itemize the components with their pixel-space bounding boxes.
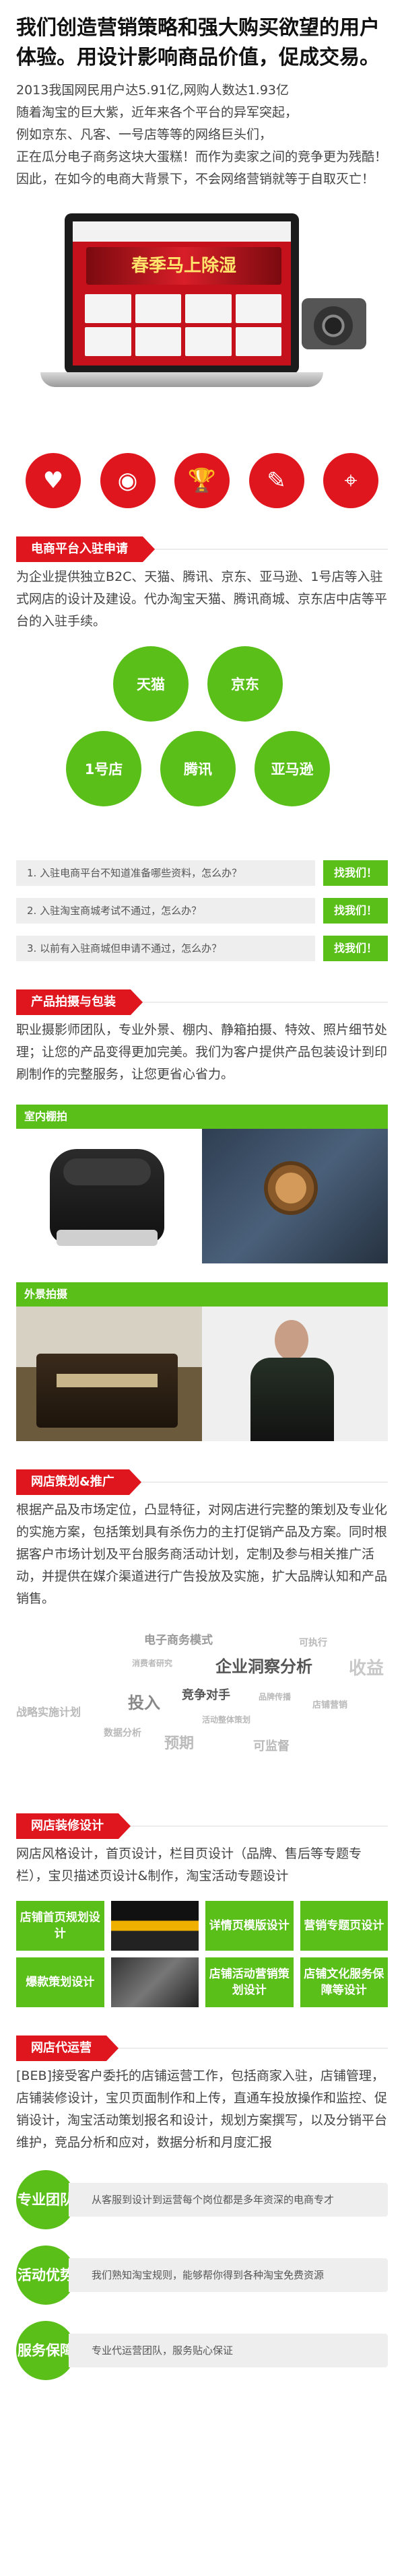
cloud-word: 电子商务模式 bbox=[144, 1634, 213, 1647]
product-tile bbox=[135, 294, 181, 323]
service-badge: 活动优势 bbox=[16, 2246, 75, 2305]
rice-cooker-photo bbox=[16, 1129, 202, 1263]
service-marketing-topic[interactable]: 营销专题页设计 bbox=[300, 1901, 388, 1951]
indoor-photos bbox=[16, 1129, 388, 1263]
laptop-base bbox=[40, 372, 323, 387]
hero-image: 春季马上除湿 bbox=[0, 204, 404, 446]
platform-text: 为企业提供独立B2C、天猫、腾讯、京东、亚马逊、1号店等入驻式网店的设计及建设。… bbox=[16, 569, 388, 629]
cloud-word: 收益 bbox=[349, 1659, 384, 1679]
intro-line: 2013我国网民用户达5.91亿,网购人数达1.93亿 bbox=[16, 83, 290, 98]
outdoor-shoot-label: 外景拍摄 bbox=[16, 1282, 388, 1307]
photo-text: 职业摄影师团队，专业外景、棚内、静箱拍摄、特效、照片细节处理；让您的产品变得更加… bbox=[16, 1022, 388, 1082]
cloud-word: 战略实施计划 bbox=[16, 1706, 81, 1718]
suitcases-photo bbox=[16, 1307, 202, 1441]
cloud-word: 投入 bbox=[128, 1694, 160, 1712]
product-tile bbox=[235, 327, 281, 356]
trophy-icon[interactable]: 🏆 bbox=[174, 453, 230, 508]
contact-us-button[interactable]: 找我们！ bbox=[323, 860, 388, 886]
decoration-text: 网店风格设计，首页设计，栏目页设计（品牌、售后等专题专栏），宝贝描述页设计&制作… bbox=[16, 1846, 362, 1883]
question-row: 2. 入驻淘宝商城考试不通过，怎么办？ 找我们！ bbox=[16, 898, 388, 924]
section-title-planning: 网店策划&推广 bbox=[16, 1469, 141, 1495]
contact-us-button[interactable]: 找我们！ bbox=[323, 936, 388, 961]
service-desc: 从客服到设计到运营每个岗位都是多年资深的电商专才 bbox=[69, 2183, 388, 2217]
question-text: 1. 入驻电商平台不知道准备哪些资料，怎么办？ bbox=[16, 860, 315, 886]
service-row: 专业团队 从客服到设计到运营每个岗位都是多年资深的电商专才 bbox=[16, 2170, 388, 2229]
product-grid bbox=[85, 294, 281, 356]
design-service-grid: 店铺首页规划设计 详情页模版设计 营销专题页设计 爆款策划设计 店铺活动营销策划… bbox=[16, 1901, 388, 2007]
camera-icon bbox=[302, 298, 366, 349]
cloud-word: 品牌传播 bbox=[259, 1692, 292, 1702]
question-text: 3. 以前有入驻商城但申请不通过，怎么办？ bbox=[16, 936, 315, 961]
laptop-screen-frame: 春季马上除湿 bbox=[65, 213, 299, 374]
cloud-word: 竞争对手 bbox=[182, 1688, 230, 1702]
jeans-button-photo bbox=[202, 1129, 388, 1263]
service-desc: 我们熟知淘宝规则，能够帮你得到各种淘宝免费资源 bbox=[69, 2258, 388, 2292]
service-row: 活动优势 我们熟知淘宝规则，能够帮你得到各种淘宝免费资源 bbox=[16, 2246, 388, 2305]
question-row: 3. 以前有入驻商城但申请不通过，怎么办？ 找我们！ bbox=[16, 936, 388, 961]
cloud-word: 消费者研究 bbox=[132, 1659, 173, 1668]
section-title-operation: 网店代运营 bbox=[16, 2035, 119, 2061]
planning-text: 根据产品及市场定位，凸显特征，对网店进行完整的策划及专业化的实施方案，包括策划具… bbox=[16, 1502, 388, 1606]
page-headline: 我们创造营销策略和强大购买欲望的用户体验。用设计影响商品价值，促成交易。 bbox=[16, 16, 380, 69]
cloud-word: 店铺营销 bbox=[312, 1700, 348, 1710]
cloud-word: 预期 bbox=[164, 1735, 195, 1752]
service-detail-template[interactable]: 详情页模版设计 bbox=[205, 1901, 294, 1951]
product-tile bbox=[185, 294, 232, 323]
cloud-word: 数据分析 bbox=[104, 1728, 141, 1739]
service-row: 服务保障 专业代运营团队，服务贴心保证 bbox=[16, 2321, 388, 2380]
laptop-icon: 春季马上除湿 bbox=[40, 213, 323, 409]
intro-line: 随着淘宝的巨大紫，近年来各个平台的异军突起， bbox=[16, 105, 298, 120]
cloud-word: 可执行 bbox=[299, 1638, 327, 1648]
cloud-word: 活动整体策划 bbox=[202, 1715, 251, 1725]
service-hot-item[interactable]: 爆款策划设计 bbox=[16, 1957, 104, 2007]
camera-lens bbox=[314, 306, 353, 345]
platform-bubble-tencent[interactable]: 腾讯 bbox=[160, 731, 236, 806]
section-title-decoration: 网店装修设计 bbox=[16, 1813, 131, 1839]
service-badge: 服务保障 bbox=[16, 2321, 75, 2380]
service-badge: 专业团队 bbox=[16, 2170, 75, 2229]
operation-text: [BEB]接受客户委托的店铺运营工作，包括商家入驻，店铺管理，店铺装修设计，宝贝… bbox=[16, 2068, 388, 2150]
contact-us-button[interactable]: 找我们！ bbox=[323, 898, 388, 924]
platform-bubble-jd[interactable]: 京东 bbox=[207, 646, 283, 722]
service-desc: 专业代运营团队，服务贴心保证 bbox=[69, 2334, 388, 2367]
product-tile bbox=[85, 294, 131, 323]
intro-line: 例如京东、凡客、一号店等等的网络巨头们， bbox=[16, 127, 273, 142]
product-tile bbox=[235, 294, 281, 323]
page: 我们创造营销策略和强大购买欲望的用户体验。用设计影响商品价值，促成交易。 201… bbox=[0, 0, 404, 2576]
cloud-word: 可监督 bbox=[253, 1739, 290, 1753]
intro-line: 正在瓜分电子商务这块大蛋糕！而作为卖家之间的竞争更为残酷！ bbox=[16, 149, 388, 164]
service-homepage-design[interactable]: 店铺首页规划设计 bbox=[16, 1901, 104, 1951]
indoor-shoot-label: 室内棚拍 bbox=[16, 1105, 388, 1129]
outdoor-photos bbox=[16, 1307, 388, 1441]
product-tile bbox=[135, 327, 181, 356]
platform-bubble-yhd[interactable]: 1号店 bbox=[66, 731, 141, 806]
hero-banner-text: 春季马上除湿 bbox=[86, 247, 281, 285]
question-row: 1. 入驻电商平台不知道准备哪些资料，怎么办？ 找我们！ bbox=[16, 860, 388, 886]
camera-icon[interactable]: ◉ bbox=[100, 453, 156, 508]
product-tile bbox=[185, 327, 232, 356]
laptop-screen: 春季马上除湿 bbox=[73, 221, 291, 365]
service-culture-design[interactable]: 店铺文化服务保障等设计 bbox=[300, 1957, 388, 2007]
design-thumbnail[interactable] bbox=[110, 1901, 199, 1951]
pin-icon[interactable]: ⌖ bbox=[323, 453, 378, 508]
keyword-cloud: 电子商务模式 可执行 消费者研究 企业洞察分析 收益 投入 竞争对手 品牌传播 … bbox=[16, 1624, 388, 1785]
service-campaign-design[interactable]: 店铺活动营销策划设计 bbox=[205, 1957, 294, 2007]
platform-bubbles: 天猫 京东 1号店 腾讯 亚马逊 bbox=[16, 646, 388, 848]
heart-icon[interactable]: ♥ bbox=[26, 453, 81, 508]
cloud-word: 企业洞察分析 bbox=[215, 1657, 312, 1676]
section-title-platform: 电商平台入驻申请 bbox=[16, 536, 155, 562]
question-text: 2. 入驻淘宝商城考试不通过，怎么办？ bbox=[16, 898, 315, 924]
section-title-photo: 产品拍摄与包装 bbox=[16, 989, 143, 1015]
model-jacket-photo bbox=[202, 1307, 388, 1441]
design-thumbnail[interactable] bbox=[110, 1957, 199, 2007]
platform-bubble-amazon[interactable]: 亚马逊 bbox=[255, 731, 330, 806]
platform-bubble-tmall[interactable]: 天猫 bbox=[113, 646, 189, 722]
intro-paragraph: 2013我国网民用户达5.91亿,网购人数达1.93亿 随着淘宝的巨大紫，近年来… bbox=[0, 79, 404, 190]
feature-icon-row: ♥ ◉ 🏆 ✎ ⌖ bbox=[0, 453, 404, 508]
intro-line: 因此，在如今的电商大背景下，不会网络营销就等于自取灭亡！ bbox=[16, 172, 375, 186]
pencil-icon[interactable]: ✎ bbox=[248, 453, 304, 508]
product-tile bbox=[85, 327, 131, 356]
